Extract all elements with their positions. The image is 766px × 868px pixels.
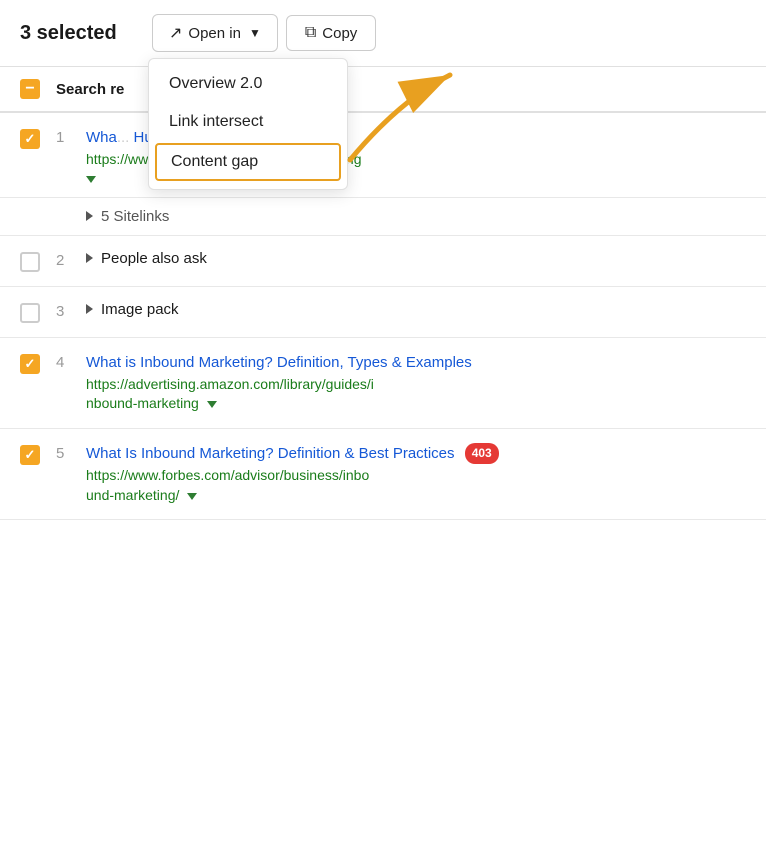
table-row: 1 Wha... HubSpot https://www.hubspot.com… — [0, 113, 766, 198]
row-content-2: People also ask — [86, 250, 746, 267]
checkbox-area-3 — [20, 301, 56, 323]
column-header-search: Search re — [56, 81, 124, 98]
dropdown-menu: Overview 2.0 Link intersect Content gap — [148, 58, 348, 190]
checkbox-2[interactable] — [20, 252, 40, 272]
row-url-5: https://www.forbes.com/advisor/business/… — [86, 466, 746, 505]
open-in-button[interactable]: ↗ Open in ▼ — [152, 14, 278, 52]
row-num-1: 1 — [56, 127, 86, 146]
dropdown-item-link-intersect[interactable]: Link intersect — [149, 103, 347, 141]
copy-button[interactable]: ⧉ Copy — [286, 15, 376, 51]
chevron-down-icon: ▼ — [249, 26, 261, 40]
table-row: 3 Image pack — [0, 287, 766, 338]
checkbox-5[interactable] — [20, 445, 40, 465]
open-in-label: Open in — [188, 25, 241, 42]
copy-label: Copy — [322, 25, 357, 42]
checkbox-area-2 — [20, 250, 56, 272]
expand-triangle-icon-2 — [86, 253, 93, 263]
row-content-4: What is Inbound Marketing? Definition, T… — [86, 352, 746, 414]
expand-triangle-icon-3 — [86, 304, 93, 314]
row-num-3: 3 — [56, 301, 86, 320]
selected-count: 3 selected — [20, 22, 140, 45]
table-row: 2 People also ask — [0, 236, 766, 287]
checkbox-1[interactable] — [20, 129, 40, 149]
sitelinks-label: 5 Sitelinks — [101, 208, 169, 225]
checkbox-area-5 — [20, 443, 56, 465]
url-expand-icon-5 — [187, 493, 197, 500]
dropdown-item-content-gap[interactable]: Content gap — [155, 143, 341, 181]
row-url-4: https://advertising.amazon.com/library/g… — [86, 375, 746, 414]
image-pack-label: Image pack — [101, 301, 179, 318]
table-row: 4 What is Inbound Marketing? Definition,… — [0, 338, 766, 429]
sitelinks-triangle-icon — [86, 211, 93, 221]
checkbox-area-4 — [20, 352, 56, 374]
checkbox-area-1 — [20, 127, 56, 149]
dropdown-item-overview[interactable]: Overview 2.0 — [149, 65, 347, 103]
open-in-icon: ↗ — [169, 23, 182, 43]
row-content-3: Image pack — [86, 301, 746, 318]
badge-403: 403 — [465, 443, 499, 464]
sitelinks-row[interactable]: 5 Sitelinks — [0, 198, 766, 236]
row-num-2: 2 — [56, 250, 86, 269]
checkbox-3[interactable] — [20, 303, 40, 323]
table-row: 5 What Is Inbound Marketing? Definition … — [0, 429, 766, 521]
row-title-5[interactable]: What Is Inbound Marketing? Definition & … — [86, 445, 499, 462]
row-title-4[interactable]: What is Inbound Marketing? Definition, T… — [86, 354, 472, 371]
table-header: Search re — [0, 67, 766, 113]
url-expand-icon-4 — [207, 401, 217, 408]
row-content-5: What Is Inbound Marketing? Definition & … — [86, 443, 746, 506]
toolbar: 3 selected ↗ Open in ▼ ⧉ Copy Overview 2… — [0, 0, 766, 67]
toolbar-buttons: ↗ Open in ▼ ⧉ Copy — [152, 14, 376, 52]
copy-icon: ⧉ — [305, 24, 316, 42]
expand-triangle-icon — [86, 176, 96, 183]
row-num-4: 4 — [56, 352, 86, 371]
minus-checkbox[interactable] — [20, 79, 40, 99]
row-num-5: 5 — [56, 443, 86, 462]
people-also-ask-label: People also ask — [101, 250, 207, 267]
checkbox-4[interactable] — [20, 354, 40, 374]
